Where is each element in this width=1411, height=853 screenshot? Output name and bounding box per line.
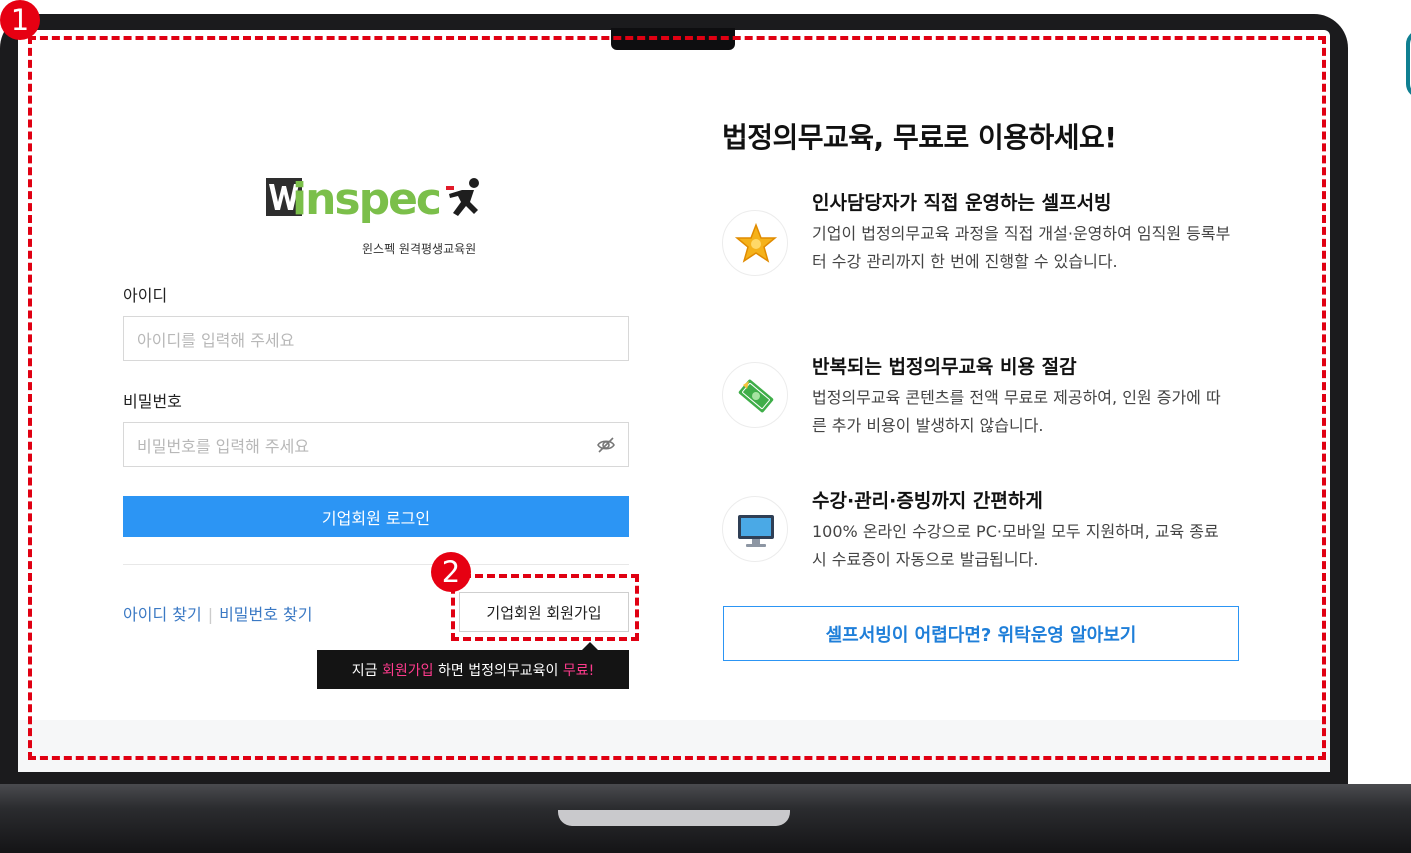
side-tab-edge (1406, 30, 1411, 98)
stage: inspec 윈스펙 원격평생교육원 아이디 아이디를 입력해 주세요 비밀번호… (0, 0, 1411, 853)
annotation-box-2 (451, 574, 639, 641)
annotation-badge-1: 1 (0, 0, 40, 40)
annotation-badge-2: 2 (431, 552, 471, 592)
annotation-box-1 (28, 36, 1326, 760)
laptop-hinge-notch (558, 810, 790, 826)
